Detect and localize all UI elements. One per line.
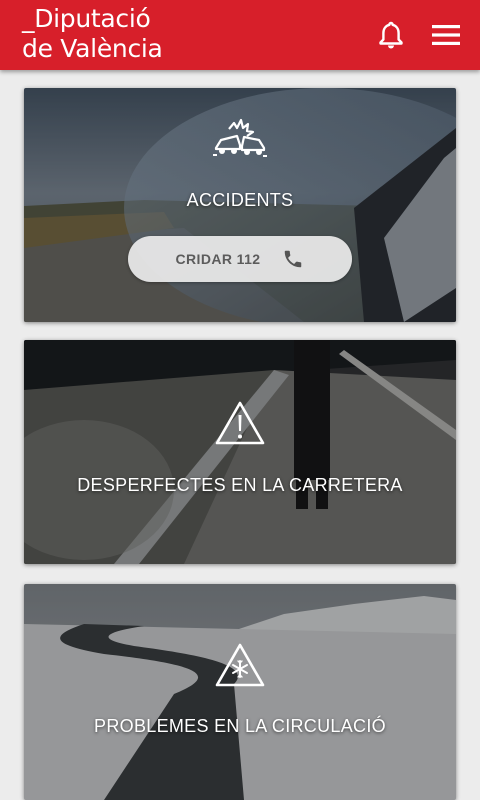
damaged-road-photo — [24, 340, 456, 564]
phone-icon — [285, 250, 302, 268]
card-title-traffic-problems: PROBLEMES EN LA CIRCULACIÓ — [94, 716, 386, 736]
app-bar: _Diputació de València — [0, 0, 480, 70]
card-title-road-damage: DESPERFECTES EN LA CARRETERA — [77, 475, 403, 495]
snowflake-triangle-icon — [215, 643, 265, 687]
snowy-road-photo — [24, 584, 456, 800]
car-crash-icon — [213, 118, 267, 157]
hamburger-menu-icon[interactable] — [430, 22, 462, 48]
card-title-accidents: ACCIDENTS — [186, 190, 294, 210]
warning-triangle-icon — [215, 401, 265, 445]
call-button-label: CRIDAR 112 — [175, 251, 261, 267]
diputacio-logo[interactable]: _Diputació de València — [22, 4, 163, 64]
bell-icon[interactable] — [376, 20, 406, 50]
logo-line-2: de València — [22, 34, 163, 63]
call-112-button[interactable]: CRIDAR 112 — [128, 236, 352, 282]
road-damage-card[interactable]: DESPERFECTES EN LA CARRETERA — [24, 340, 456, 564]
accidents-card[interactable]: ACCIDENTS CRIDAR 112 — [24, 88, 456, 322]
logo-line-1: _Diputació — [22, 4, 151, 33]
traffic-problems-card[interactable]: PROBLEMES EN LA CIRCULACIÓ — [24, 584, 456, 800]
